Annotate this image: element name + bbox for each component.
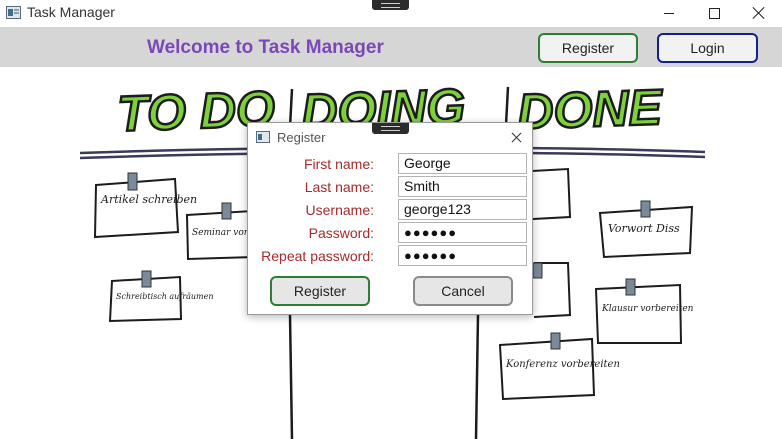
maximize-button[interactable] (691, 0, 737, 26)
register-button[interactable]: Register (538, 33, 638, 63)
register-dialog: Register First name: George Last name: S… (247, 122, 533, 315)
repeat-password-row: Repeat password: ●●●●●● (248, 245, 534, 267)
note-schreibtisch: Schreibtisch aufräumen (108, 270, 214, 323)
dialog-register-button[interactable]: Register (270, 276, 370, 306)
maximize-icon (708, 7, 720, 19)
dialog-app-icon (256, 131, 270, 143)
username-row: Username: george123 (248, 199, 534, 221)
close-button[interactable] (736, 0, 782, 26)
first-name-row: First name: George (248, 153, 534, 175)
minimize-icon (664, 12, 674, 14)
password-input[interactable]: ●●●●●● (398, 222, 527, 243)
dialog-close-icon[interactable] (508, 129, 526, 147)
task-manager-window: Task Manager Welcome to Task Manager Reg… (0, 0, 782, 439)
last-name-row: Last name: Smith (248, 176, 534, 198)
note-vorwort: Vorwort Diss (598, 200, 694, 259)
note-schreibtisch-text: Schreibtisch aufräumen (116, 292, 214, 301)
repeat-password-label: Repeat password: (261, 248, 374, 264)
password-label: Password: (308, 225, 374, 241)
note-klausur: Klausur vorbereiten (594, 278, 694, 344)
note-vorwort-text: Vorwort Diss (608, 222, 680, 235)
minimize-button[interactable] (646, 0, 692, 26)
note-artikel: Artikel schreiben (93, 172, 197, 239)
column-title-done: DONE (516, 79, 664, 140)
dialog-title: Register (277, 130, 326, 145)
first-name-label: First name: (303, 156, 374, 172)
username-input[interactable]: george123 (398, 199, 527, 220)
title-bar[interactable]: Task Manager (0, 0, 782, 27)
dialog-cancel-button[interactable]: Cancel (413, 276, 513, 306)
window-title: Task Manager (27, 4, 115, 20)
last-name-input[interactable]: Smith (398, 176, 527, 197)
login-button[interactable]: Login (657, 33, 758, 63)
close-icon (752, 6, 766, 20)
dialog-drag-handle-icon[interactable] (372, 123, 409, 134)
header-bar: Welcome to Task Manager Register Login (0, 27, 782, 67)
drag-handle-icon[interactable] (372, 0, 409, 10)
welcome-heading: Welcome to Task Manager (147, 37, 384, 58)
username-label: Username: (305, 202, 374, 218)
repeat-password-input[interactable]: ●●●●●● (398, 245, 527, 266)
app-icon (6, 6, 21, 19)
note-konferenz-text: Konferenz vorbereiten (505, 359, 620, 370)
note-artikel-text: Artikel schreiben (100, 193, 197, 206)
note-klausur-text: Klausur vorbereiten (601, 304, 694, 314)
last-name-label: Last name: (304, 179, 374, 195)
password-row: Password: ●●●●●● (248, 222, 534, 244)
first-name-input[interactable]: George (398, 153, 527, 174)
